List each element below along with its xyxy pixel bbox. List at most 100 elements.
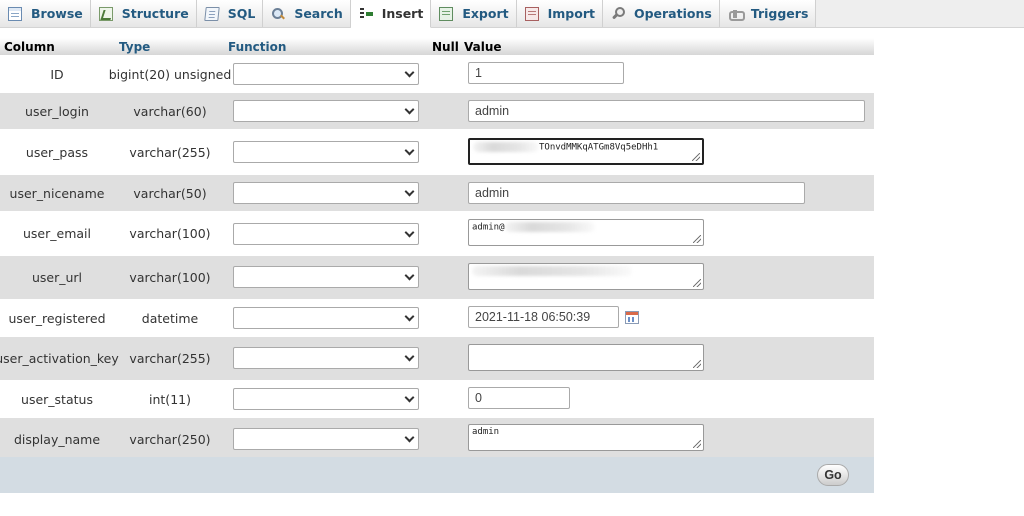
tab-search[interactable]: Search <box>263 0 351 27</box>
resize-grip-icon[interactable] <box>693 440 701 448</box>
function-select[interactable] <box>233 428 419 450</box>
table-row: display_name varchar(250) admin <box>0 418 874 460</box>
table-row: user_activation_key varchar(255) <box>0 337 874 380</box>
redacted-text <box>473 142 539 152</box>
table-row: user_nicename varchar(50) admin <box>0 175 874 211</box>
chevron-down-icon <box>404 392 415 403</box>
tab-structure[interactable]: Structure <box>90 0 197 27</box>
column-type: varchar(255) <box>129 144 211 160</box>
table-row: user_url varchar(100) <box>0 256 874 299</box>
header-column: Column <box>4 40 55 54</box>
column-name: user_url <box>31 270 83 285</box>
tab-label: Operations <box>633 6 712 21</box>
sql-icon <box>203 6 220 21</box>
resize-grip-icon[interactable] <box>693 360 701 368</box>
table-row: user_login varchar(60) admin <box>0 93 874 129</box>
value-text: admin <box>472 427 500 437</box>
header-value: Value <box>464 40 502 54</box>
function-select[interactable] <box>233 388 419 410</box>
operations-icon <box>611 6 625 21</box>
datetime-input[interactable]: 2021-11-18 06:50:39 <box>468 306 619 328</box>
column-type: varchar(100) <box>129 270 211 285</box>
column-type: varchar(100) <box>129 226 211 241</box>
header-null: Null <box>432 40 459 54</box>
chevron-down-icon <box>404 145 415 156</box>
column-name: user_registered <box>8 310 106 326</box>
value-input[interactable]: 0 <box>468 387 570 409</box>
table-row: user_status int(11) 0 <box>0 380 874 418</box>
tab-label: Import <box>547 6 595 21</box>
chevron-down-icon <box>404 351 415 362</box>
value-textarea[interactable] <box>468 263 704 290</box>
column-type: int(11) <box>149 391 191 407</box>
tab-label: SQL <box>227 6 256 21</box>
value-textarea[interactable] <box>468 344 704 371</box>
header-function[interactable]: Function <box>228 40 286 54</box>
column-name: user_activation_key <box>0 351 119 366</box>
function-select[interactable] <box>233 223 419 245</box>
chevron-down-icon <box>404 270 415 281</box>
insert-icon <box>359 7 373 21</box>
insert-form-table: Column Type Function Null Value ID bigin… <box>0 38 874 460</box>
table-row: user_pass varchar(255) TOnvdMMKqATGm8Vq5… <box>0 129 874 175</box>
table-row: ID bigint(20) unsigned 1 <box>0 55 874 93</box>
chevron-down-icon <box>404 67 415 78</box>
column-name: user_login <box>25 103 89 119</box>
import-icon <box>524 6 539 21</box>
value-input[interactable]: admin <box>468 182 805 204</box>
function-select[interactable] <box>233 100 419 122</box>
redacted-text <box>472 266 632 276</box>
column-type: varchar(50) <box>133 185 207 201</box>
header-type[interactable]: Type <box>119 40 150 54</box>
function-select[interactable] <box>233 141 419 163</box>
calendar-icon[interactable] <box>625 311 639 324</box>
table-header: Column Type Function Null Value <box>0 38 874 55</box>
tab-sql[interactable]: SQL <box>196 0 264 27</box>
value-textarea[interactable]: TOnvdMMKqATGm8Vq5eDHh1 <box>468 138 704 165</box>
column-type: bigint(20) unsigned <box>108 66 232 82</box>
value-input[interactable]: admin <box>468 100 865 122</box>
table-row: user_registered datetime 2021-11-18 06:5… <box>0 299 874 337</box>
export-icon <box>439 6 454 21</box>
tab-label: Export <box>462 6 509 21</box>
tab-triggers[interactable]: Triggers <box>719 0 817 27</box>
function-select[interactable] <box>233 182 419 204</box>
form-footer: Go <box>0 457 874 493</box>
resize-grip-icon[interactable] <box>693 235 701 243</box>
redacted-text <box>504 222 595 232</box>
triggers-icon <box>728 7 745 21</box>
tab-browse[interactable]: Browse <box>0 0 91 27</box>
function-select[interactable] <box>233 307 419 329</box>
go-button[interactable]: Go <box>817 464 849 486</box>
chevron-down-icon <box>404 227 415 238</box>
value-text: admin@ <box>472 222 505 233</box>
function-select[interactable] <box>233 266 419 288</box>
browse-icon <box>8 6 22 21</box>
resize-grip-icon[interactable] <box>693 279 701 287</box>
column-name: user_status <box>21 391 93 407</box>
column-type: varchar(255) <box>129 351 211 366</box>
tab-label: Search <box>294 6 343 21</box>
tab-bar: Browse Structure SQL Search Insert Expor… <box>0 0 1024 28</box>
tab-import[interactable]: Import <box>516 0 603 27</box>
column-type: datetime <box>141 310 199 326</box>
structure-icon <box>98 6 113 21</box>
tab-insert[interactable]: Insert <box>350 0 432 28</box>
value-input[interactable]: 1 <box>468 62 624 84</box>
value-text: TOnvdMMKqATGm8Vq5eDHh1 <box>539 142 659 153</box>
resize-grip-icon[interactable] <box>692 153 700 161</box>
column-name: user_nicename <box>9 185 105 201</box>
column-type: varchar(60) <box>133 103 207 119</box>
function-select[interactable] <box>233 63 419 85</box>
value-textarea[interactable]: admin@ <box>468 219 704 246</box>
tab-export[interactable]: Export <box>431 0 517 27</box>
function-select[interactable] <box>233 347 419 369</box>
chevron-down-icon <box>404 311 415 322</box>
column-name: display_name <box>13 431 101 447</box>
chevron-down-icon <box>404 104 415 115</box>
column-name: user_email <box>23 226 91 241</box>
tab-label: Structure <box>121 6 189 21</box>
tab-operations[interactable]: Operations <box>602 0 720 27</box>
value-textarea[interactable]: admin <box>468 424 704 451</box>
column-name: ID <box>50 66 64 82</box>
